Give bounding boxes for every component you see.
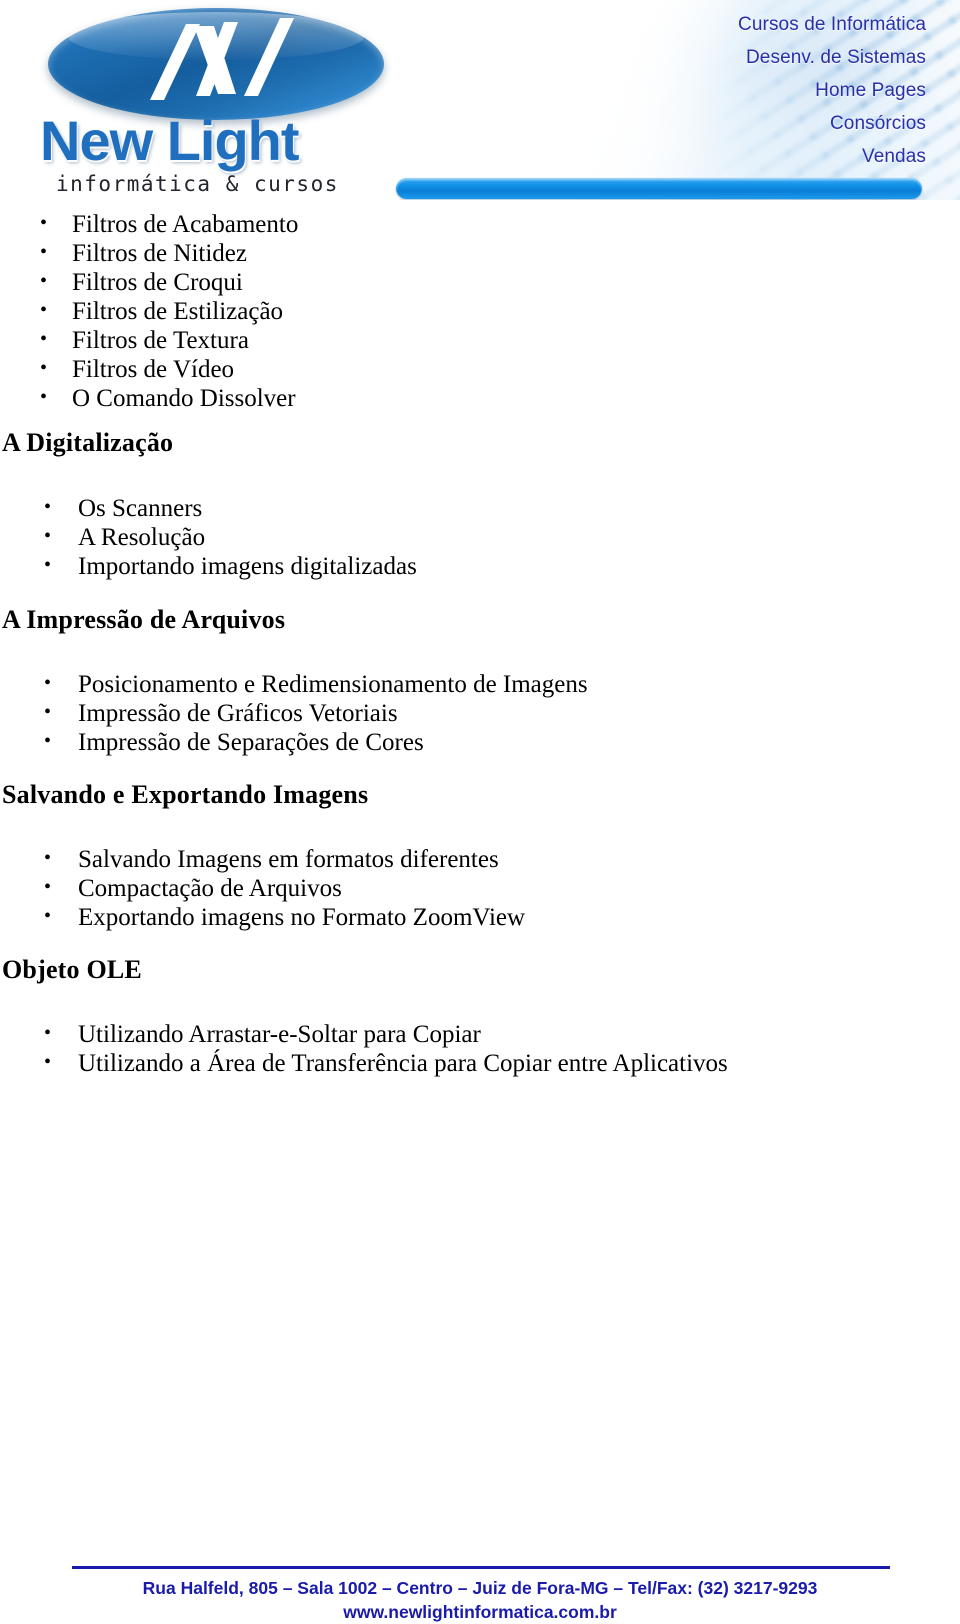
stylized-n-icon <box>150 18 294 100</box>
header-menu-item-vendas[interactable]: Vendas <box>596 140 926 173</box>
header-menu: Cursos de Informática Desenv. de Sistema… <box>596 8 926 173</box>
logo-ellipse-mark <box>48 8 384 120</box>
list-item: Os Scanners <box>0 493 417 523</box>
header-menu-item-home-pages[interactable]: Home Pages <box>596 74 926 107</box>
header-menu-item-cursos[interactable]: Cursos de Informática <box>596 8 926 41</box>
list-item: Compactação de Arquivos <box>0 873 525 903</box>
list-item: Filtros de Croqui <box>0 267 298 297</box>
logo-brand-text: New Light <box>40 109 300 172</box>
list-item: Filtros de Textura <box>0 325 298 355</box>
list-item: Salvando Imagens em formatos diferentes <box>0 844 525 874</box>
list-item: Filtros de Acabamento <box>0 209 298 239</box>
list-item: Filtros de Estilização <box>0 296 298 326</box>
list-item: Utilizando Arrastar-e-Soltar para Copiar <box>0 1019 728 1049</box>
section-heading-digitalizacao: A Digitalização <box>2 428 174 457</box>
company-logo: New Light informática & cursos <box>34 2 404 200</box>
filters-list: Filtros de Acabamento Filtros de Nitidez… <box>0 209 298 413</box>
logo-tagline-text: informática & cursos <box>56 172 339 196</box>
list-item: Exportando imagens no Formato ZoomView <box>0 902 525 932</box>
list-item: Impressão de Separações de Cores <box>0 727 588 757</box>
footer-divider <box>72 1566 890 1569</box>
page-footer: Rua Halfeld, 805 – Sala 1002 – Centro – … <box>0 1534 960 1624</box>
list-item: Posicionamento e Redimensionamento de Im… <box>0 669 588 699</box>
footer-website-link[interactable]: www.newlightinformatica.com.br <box>0 1602 960 1623</box>
impressao-list: Posicionamento e Redimensionamento de Im… <box>0 669 588 757</box>
digitalizacao-list: Os Scanners A Resolução Importando image… <box>0 493 417 581</box>
list-item: Filtros de Vídeo <box>0 354 298 384</box>
section-heading-objeto-ole: Objeto OLE <box>2 955 142 984</box>
list-item: Impressão de Gráficos Vetoriais <box>0 698 588 728</box>
header-accent-bar <box>396 178 922 199</box>
list-item: O Comando Dissolver <box>0 383 298 413</box>
section-heading-salvando: Salvando e Exportando Imagens <box>2 780 369 809</box>
header-menu-item-consorcios[interactable]: Consórcios <box>596 107 926 140</box>
list-item: Importando imagens digitalizadas <box>0 551 417 581</box>
footer-address: Rua Halfeld, 805 – Sala 1002 – Centro – … <box>142 1578 818 1598</box>
section-heading-impressao: A Impressão de Arquivos <box>2 605 286 634</box>
list-item: A Resolução <box>0 522 417 552</box>
page-header: New Light informática & cursos Cursos de… <box>0 0 960 200</box>
header-menu-item-desenv[interactable]: Desenv. de Sistemas <box>596 41 926 74</box>
objeto-ole-list: Utilizando Arrastar-e-Soltar para Copiar… <box>0 1019 728 1078</box>
salvando-list: Salvando Imagens em formatos diferentes … <box>0 844 525 932</box>
list-item: Filtros de Nitidez <box>0 238 298 268</box>
list-item: Utilizando a Área de Transferência para … <box>0 1048 728 1078</box>
